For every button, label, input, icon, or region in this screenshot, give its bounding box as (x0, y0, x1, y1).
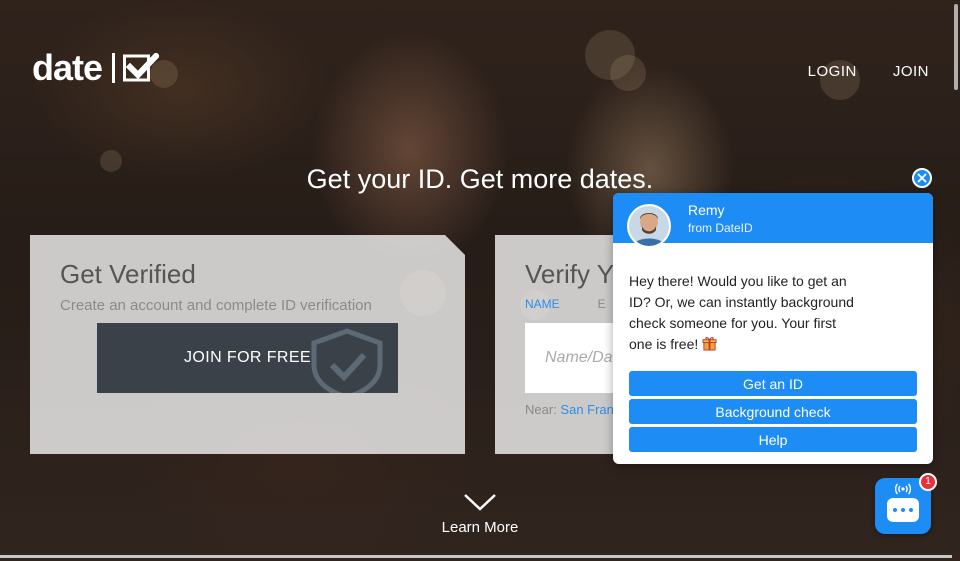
logo-text: date (32, 47, 103, 88)
get-an-id-button[interactable]: Get an ID (629, 371, 917, 396)
chat-close-button[interactable] (912, 168, 932, 188)
horizontal-scrollbar[interactable] (0, 555, 952, 558)
close-icon (917, 173, 927, 183)
gift-icon (702, 337, 717, 351)
chat-message-text: Hey there! Would you like to get an ID? … (629, 273, 854, 352)
tab-other[interactable]: E (598, 297, 606, 311)
get-verified-title: Get Verified (60, 259, 196, 289)
shield-check-icon (311, 328, 383, 393)
chat-actions: Get an ID Background check Help (629, 371, 917, 455)
chat-message: Hey there! Would you like to get an ID? … (629, 271, 859, 355)
join-for-free-button[interactable]: JOIN FOR FREE (97, 323, 398, 393)
unread-badge: 1 (919, 473, 937, 491)
near-label: Near: (525, 402, 557, 417)
hero-tagline: Get your ID. Get more dates. (306, 164, 654, 195)
login-link[interactable]: LOGIN (808, 63, 857, 80)
join-link[interactable]: JOIN (893, 63, 929, 80)
learn-more[interactable]: Learn More (0, 492, 960, 536)
verify-tabs: NAME E (525, 297, 606, 311)
learn-more-label: Learn More (441, 519, 519, 536)
tab-name[interactable]: NAME (525, 297, 560, 311)
avatar (627, 204, 671, 248)
top-nav: LOGIN JOIN (808, 63, 929, 80)
signal-icon (895, 483, 911, 495)
chat-agent-from: from DateID (688, 221, 753, 235)
help-button[interactable]: Help (629, 427, 917, 452)
datelD-logo[interactable]: date (32, 47, 160, 88)
join-for-free-label: JOIN FOR FREE (184, 349, 311, 366)
vertical-scrollbar[interactable] (952, 0, 960, 561)
get-verified-subtitle: Create an account and complete ID verifi… (60, 297, 372, 314)
chat-widget: Remy from DateID Hey there! Would you li… (613, 193, 933, 464)
near-location: Near: San Fran (525, 402, 614, 417)
chevron-down-icon (464, 494, 496, 511)
chat-agent-name: Remy (688, 202, 725, 218)
get-verified-card: Get Verified Create an account and compl… (30, 235, 465, 454)
near-location-link[interactable]: San Fran (560, 402, 613, 417)
logo-divider (112, 53, 116, 83)
checkmark-icon (123, 53, 160, 82)
background-check-button[interactable]: Background check (629, 399, 917, 424)
verify-title: Verify Y (525, 259, 615, 289)
chat-bubble-icon (887, 498, 919, 522)
